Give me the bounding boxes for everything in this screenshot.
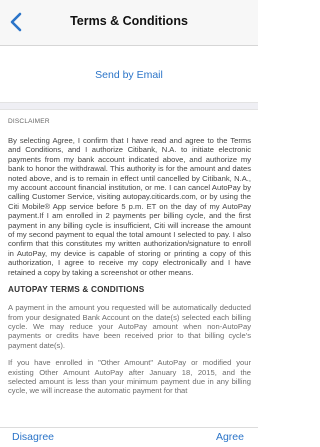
page-title: Terms & Conditions <box>70 14 188 28</box>
email-section: Send by Email <box>0 46 258 102</box>
disclaimer-text: By selecting Agree, I confirm that I hav… <box>8 136 251 277</box>
autopay-paragraph: A payment in the amount you requested wi… <box>8 303 251 350</box>
disclaimer-label: DISCLAIMER <box>8 118 50 125</box>
terms-scroll-area[interactable]: DISCLAIMER By selecting Agree, I confirm… <box>0 110 258 427</box>
send-by-email-button[interactable]: Send by Email <box>0 69 258 81</box>
section-divider <box>0 102 258 110</box>
autopay-paragraph: If you have enrolled in "Other Amount" A… <box>8 358 251 396</box>
disagree-button[interactable]: Disagree <box>12 431 54 443</box>
navigation-bar: Terms & Conditions <box>0 0 258 46</box>
agree-button[interactable]: Agree <box>216 431 244 443</box>
action-bar: Disagree Agree <box>0 427 258 447</box>
autopay-terms-heading: AUTOPAY TERMS & CONDITIONS <box>8 285 145 295</box>
